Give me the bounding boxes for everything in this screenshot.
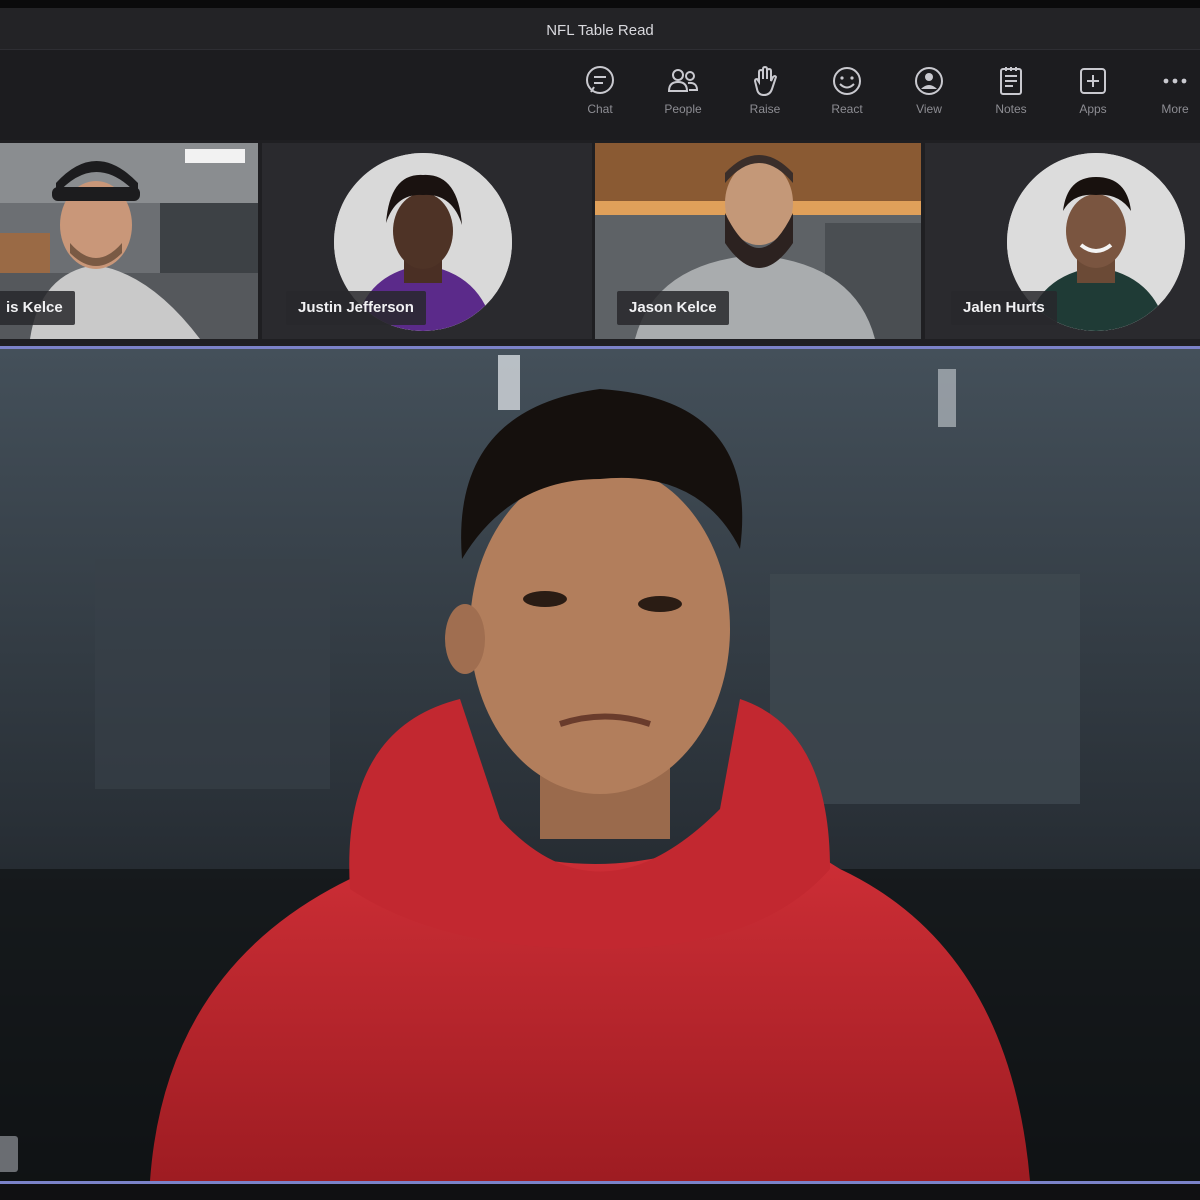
- chat-label: Chat: [587, 102, 613, 116]
- react-button[interactable]: React: [812, 64, 882, 116]
- apps-label: Apps: [1079, 102, 1107, 116]
- notes-icon: [994, 64, 1028, 98]
- chat-button[interactable]: Chat: [565, 64, 635, 116]
- corner-control[interactable]: [0, 1136, 18, 1172]
- notes-button[interactable]: Notes: [976, 64, 1046, 116]
- participant-tile-video[interactable]: is Kelce: [0, 143, 258, 339]
- participant-tile-video[interactable]: Jason Kelce: [595, 143, 921, 339]
- more-button[interactable]: More: [1140, 64, 1200, 116]
- bottom-bar: [0, 1184, 1200, 1200]
- react-icon: [830, 64, 864, 98]
- people-label: People: [664, 102, 702, 116]
- more-icon: [1158, 64, 1192, 98]
- participant-name-tag: Jalen Hurts: [951, 291, 1057, 325]
- react-label: React: [831, 102, 863, 116]
- raise-hand-icon: [748, 64, 782, 98]
- participant-name-tag: Jason Kelce: [617, 291, 729, 325]
- view-icon: [912, 64, 946, 98]
- raise-hand-button[interactable]: Raise: [730, 64, 800, 116]
- notes-label: Notes: [995, 102, 1027, 116]
- participant-tile-avatar[interactable]: Justin Jefferson: [262, 143, 592, 339]
- apps-button[interactable]: Apps: [1058, 64, 1128, 116]
- chat-icon: [583, 64, 617, 98]
- view-button[interactable]: View: [894, 64, 964, 116]
- people-icon: [666, 64, 700, 98]
- participant-name-tag: Justin Jefferson: [286, 291, 426, 325]
- active-speaker-stage: [0, 346, 1200, 1184]
- apps-icon: [1076, 64, 1110, 98]
- participant-tile-avatar[interactable]: Jalen Hurts: [925, 143, 1200, 339]
- title-bar: NFL Table Read: [0, 0, 1200, 50]
- active-speaker-video: [0, 349, 1200, 1181]
- meeting-title: NFL Table Read: [546, 22, 654, 39]
- participant-strip: is Kelce Justin Jefferson Jason Kelce Ja…: [0, 140, 1200, 346]
- people-button[interactable]: People: [648, 64, 718, 116]
- teams-meeting-window: NFL Table Read Chat People Raise React V…: [0, 0, 1200, 1200]
- meeting-toolbar: Chat People Raise React View Notes Apps …: [0, 50, 1200, 140]
- participant-name-tag: is Kelce: [0, 291, 75, 325]
- view-label: View: [916, 102, 942, 116]
- raise-label: Raise: [749, 102, 781, 116]
- more-label: More: [1161, 102, 1189, 116]
